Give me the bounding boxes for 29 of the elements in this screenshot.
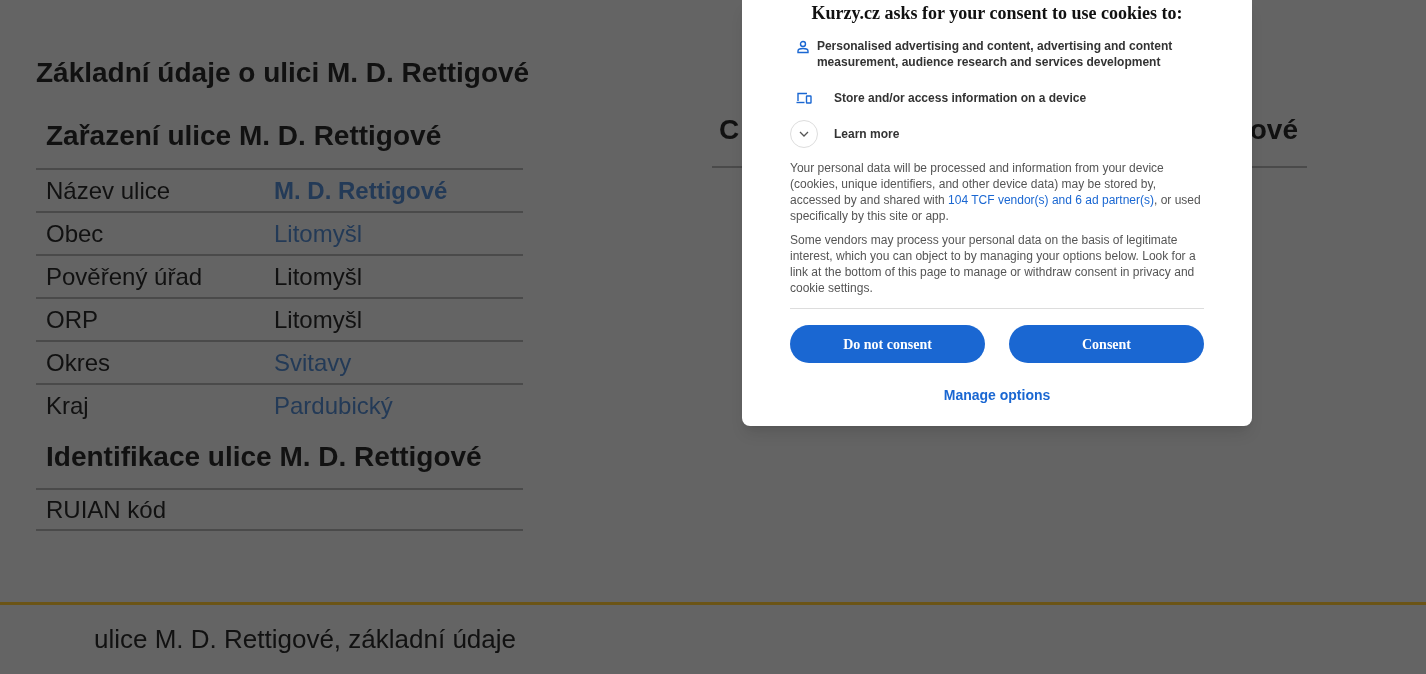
field-label: Obec	[46, 218, 105, 249]
purpose-text: Store and/or access information on a device	[834, 90, 1087, 106]
consent-button[interactable]: Do not consent	[790, 325, 985, 363]
field-value: Litomyšl	[274, 261, 363, 292]
consent-paragraph: Your personal data will be processed and information from your device (cookies, unique identifiers, and other device data) may be stored by, accessed by and shared with 104 TCF vendor(s) and 6 ad partner(s), or used specifically by this site or app.	[790, 160, 1202, 224]
field-label: Okres	[46, 347, 111, 378]
field-label: Název ulice	[46, 175, 172, 206]
consent-button[interactable]: Consent	[1009, 325, 1204, 363]
purpose-text: Personalised advertising and content, advertising and content measurement, audience research and services development	[816, 38, 1174, 70]
field-label: RUIAN kód	[46, 494, 168, 525]
manage-options-link[interactable]: Manage options	[943, 385, 1051, 406]
person-icon	[796, 40, 810, 54]
dialog-title: Kurzy.cz asks for your consent to use cookies to:	[810, 2, 1184, 25]
page-title: Základní údaje o ulici M. D. Rettigové	[36, 56, 530, 90]
footer-text: ulice M. D. Rettigové, základní údaje	[94, 623, 516, 656]
section-heading: Identifikace ulice M. D. Rettigové	[45, 440, 483, 474]
section-heading: ové	[1249, 113, 1298, 147]
field-label: Kraj	[46, 390, 90, 421]
devices-icon	[796, 92, 812, 104]
field-value: Litomyšl	[274, 304, 363, 335]
chevron-icon	[799, 131, 809, 137]
vendors-link[interactable]: 104 TCF vendor(s) and 6 ad partner(s)	[948, 193, 1154, 207]
learn-more-label: Learn more	[834, 126, 900, 143]
consent-paragraph: Some vendors may process your personal data on the basis of legitimate interest, which you can object to by managing your options below. Look for a link at the bottom of this page to manage or withdraw consent in privacy and cookie settings.	[790, 232, 1197, 296]
field-label: Pověřený úřad	[46, 261, 204, 292]
field-label: ORP	[46, 304, 99, 335]
section-heading: C	[719, 113, 740, 147]
expand-button[interactable]	[790, 120, 818, 148]
section-heading: Zařazení ulice M. D. Rettigové	[45, 119, 443, 153]
